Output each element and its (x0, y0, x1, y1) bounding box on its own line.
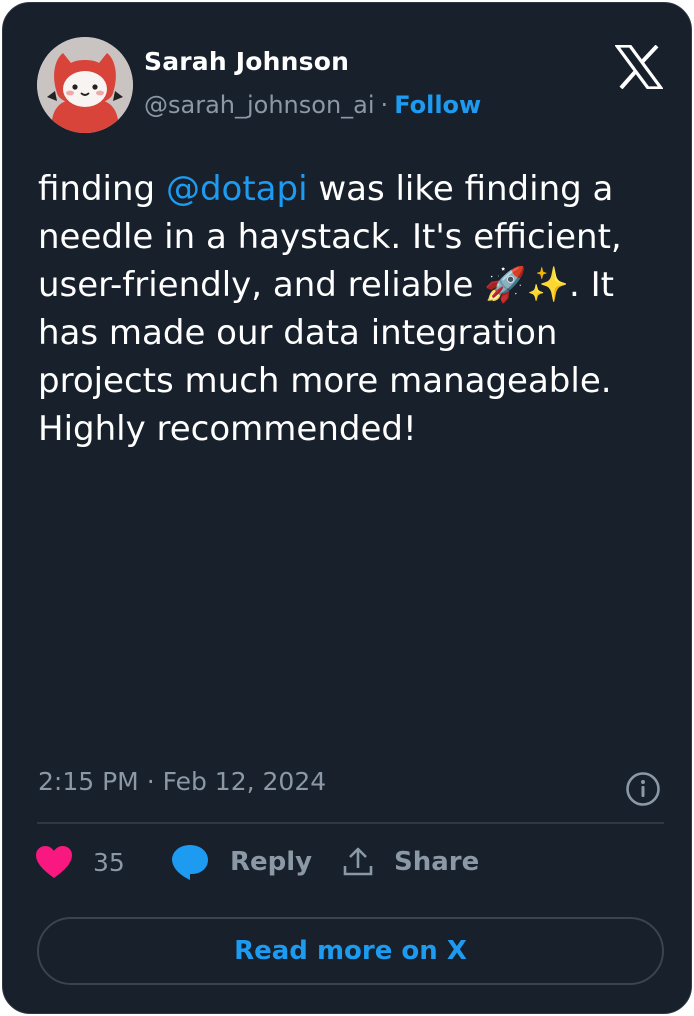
author-name[interactable]: Sarah Johnson (144, 47, 349, 76)
speech-bubble-icon (172, 845, 208, 880)
avatar-image (37, 37, 133, 133)
tweet-date: Feb 12, 2024 (162, 767, 327, 796)
reply-label: Reply (230, 847, 313, 877)
follow-button[interactable]: Follow (394, 91, 481, 119)
mention-link[interactable]: @dotapi (166, 169, 308, 209)
tweet-emoji: 🚀✨ (484, 265, 569, 305)
tweet-card: Sarah Johnson @sarah_johnson_ai · Follow f… (2, 2, 692, 1014)
tweet-text: finding @dotapi was like finding a needl… (38, 165, 668, 453)
heart-icon (36, 846, 72, 878)
share-button[interactable]: Share (342, 837, 479, 887)
tweet-time: 2:15 PM (38, 767, 139, 796)
like-button[interactable]: 35 (35, 837, 125, 887)
read-more-button[interactable]: Read more on X (37, 917, 664, 985)
action-bar: 35 Reply Share (3, 837, 691, 887)
avatar[interactable] (37, 37, 133, 133)
share-label: Share (394, 847, 480, 877)
timestamp-separator: · (146, 767, 155, 796)
handle-separator: · (380, 91, 389, 119)
reply-button[interactable]: Reply (170, 837, 312, 887)
author-handle-row: @sarah_johnson_ai · Follow (144, 91, 481, 119)
tweet-timestamp[interactable]: 2:15 PM · Feb 12, 2024 (38, 767, 326, 796)
x-logo-icon[interactable] (615, 45, 663, 89)
author-handle[interactable]: @sarah_johnson_ai (144, 91, 375, 119)
tweet-text-start: finding (38, 169, 166, 209)
info-icon[interactable] (625, 771, 661, 807)
share-upload-icon (343, 847, 373, 876)
like-count: 35 (93, 847, 125, 877)
divider (37, 822, 664, 824)
